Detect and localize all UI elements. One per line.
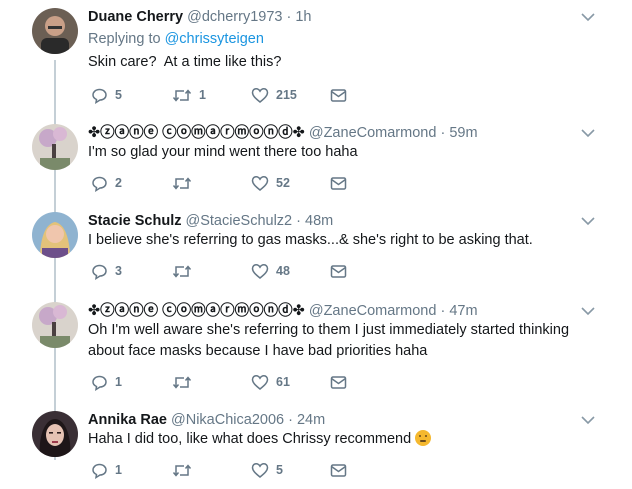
separator: ·	[288, 412, 293, 428]
author-name[interactable]: Stacie Schulz	[88, 213, 181, 229]
reply-count: 5	[115, 88, 122, 102]
timestamp[interactable]: 48m	[305, 213, 333, 229]
avatar[interactable]	[32, 302, 78, 348]
tweet-text-line: Haha I did too, like what does Chrissy r…	[88, 431, 412, 447]
tweet-text-line: I'm so glad your mind went there too hah…	[88, 144, 358, 160]
reply-icon	[92, 264, 107, 280]
tweet-text-line: Skin care? At a time like this?	[88, 54, 282, 70]
envelope-icon	[330, 375, 347, 389]
avatar[interactable]	[32, 124, 78, 170]
tweet-text: Skin care? At a time like this?	[88, 52, 588, 73]
avatar[interactable]	[32, 411, 78, 457]
retweet-button[interactable]: 1	[172, 85, 206, 105]
author-handle[interactable]: @dcherry1973	[187, 9, 282, 25]
replying-to: Replying to @chrissyteigen	[88, 30, 264, 48]
mention-link[interactable]: @chrissyteigen	[165, 31, 264, 47]
like-button[interactable]: 48	[251, 261, 290, 281]
heart-icon	[251, 175, 269, 191]
chevron-down-icon[interactable]	[581, 128, 595, 138]
tweet-text: Oh I'm well aware she's referring to the…	[88, 320, 588, 362]
like-button[interactable]: 5	[251, 460, 283, 480]
tweet-text-line: about face masks because I have bad prio…	[88, 343, 428, 359]
reply-button[interactable]: 2	[91, 173, 122, 193]
replying-to-label: Replying to	[88, 31, 161, 47]
thread-line	[54, 60, 56, 460]
like-count: 5	[276, 463, 283, 477]
author-handle[interactable]: @NikaChica2006	[171, 412, 284, 428]
retweet-icon	[172, 176, 192, 190]
heart-icon	[251, 263, 269, 279]
timestamp[interactable]: 1h	[295, 9, 311, 25]
retweet-icon	[172, 88, 192, 102]
tweet-text-line: Oh I'm well aware she's referring to the…	[88, 322, 570, 338]
author-handle[interactable]: @ZaneComarmond	[309, 125, 437, 141]
like-button[interactable]: 61	[251, 372, 290, 392]
retweet-button[interactable]	[172, 173, 199, 193]
message-button[interactable]	[330, 460, 347, 480]
reply-icon	[92, 176, 107, 192]
thinking-face-icon	[415, 430, 432, 446]
author-name[interactable]: ✤ⓩⓐⓝⓔ ⓒⓞⓜⓐⓡⓜⓞⓝⓓ✤	[88, 125, 305, 141]
timestamp[interactable]: 24m	[297, 412, 325, 428]
author-name[interactable]: Annika Rae	[88, 412, 167, 428]
heart-icon	[251, 87, 269, 103]
separator: ·	[440, 303, 446, 319]
chevron-down-icon[interactable]	[581, 12, 595, 22]
like-button[interactable]: 215	[251, 85, 297, 105]
retweet-icon	[172, 463, 192, 477]
reply-count: 2	[115, 176, 122, 190]
like-button[interactable]: 52	[251, 173, 290, 193]
timestamp[interactable]: 59m	[449, 125, 477, 141]
reply-button[interactable]: 3	[91, 261, 122, 281]
tweet-text-line: I believe she's referring to gas masks..…	[88, 232, 533, 248]
envelope-icon	[330, 463, 347, 477]
message-button[interactable]	[330, 173, 347, 193]
reply-count: 3	[115, 264, 122, 278]
like-count: 61	[276, 375, 290, 389]
retweet-button[interactable]	[172, 460, 199, 480]
chevron-down-icon[interactable]	[581, 415, 595, 425]
message-button[interactable]	[330, 85, 347, 105]
chevron-down-icon[interactable]	[581, 306, 595, 316]
like-count: 52	[276, 176, 290, 190]
separator: ·	[440, 125, 446, 141]
author-handle[interactable]: @StacieSchulz2	[186, 213, 293, 229]
chevron-down-icon[interactable]	[581, 216, 595, 226]
message-button[interactable]	[330, 372, 347, 392]
reply-icon	[92, 463, 107, 479]
envelope-icon	[330, 176, 347, 190]
author-handle[interactable]: @ZaneComarmond	[309, 303, 437, 319]
like-count: 215	[276, 88, 297, 102]
tweet-text: I believe she's referring to gas masks..…	[88, 230, 588, 251]
reply-icon	[92, 88, 107, 104]
retweet-icon	[172, 264, 192, 278]
tweet-text: Haha I did too, like what does Chrissy r…	[88, 429, 588, 450]
envelope-icon	[330, 264, 347, 278]
like-count: 48	[276, 264, 290, 278]
message-button[interactable]	[330, 261, 347, 281]
reply-button[interactable]: 1	[91, 372, 122, 392]
reply-count: 1	[115, 375, 122, 389]
retweet-button[interactable]	[172, 261, 199, 281]
reply-count: 1	[115, 463, 122, 477]
timestamp[interactable]: 47m	[449, 303, 477, 319]
author-name[interactable]: Duane Cherry	[88, 9, 183, 25]
separator: ·	[286, 9, 292, 25]
reply-button[interactable]: 5	[91, 85, 122, 105]
avatar[interactable]	[32, 8, 78, 54]
heart-icon	[251, 462, 269, 478]
author-name[interactable]: ✤ⓩⓐⓝⓔ ⓒⓞⓜⓐⓡⓜⓞⓝⓓ✤	[88, 303, 305, 319]
tweet-text: I'm so glad your mind went there too hah…	[88, 142, 588, 163]
retweet-icon	[172, 375, 192, 389]
retweet-button[interactable]	[172, 372, 199, 392]
heart-icon	[251, 374, 269, 390]
envelope-icon	[330, 88, 347, 102]
reply-button[interactable]: 1	[91, 460, 122, 480]
reply-icon	[92, 375, 107, 391]
separator: ·	[296, 213, 301, 229]
retweet-count: 1	[199, 88, 206, 102]
avatar[interactable]	[32, 212, 78, 258]
